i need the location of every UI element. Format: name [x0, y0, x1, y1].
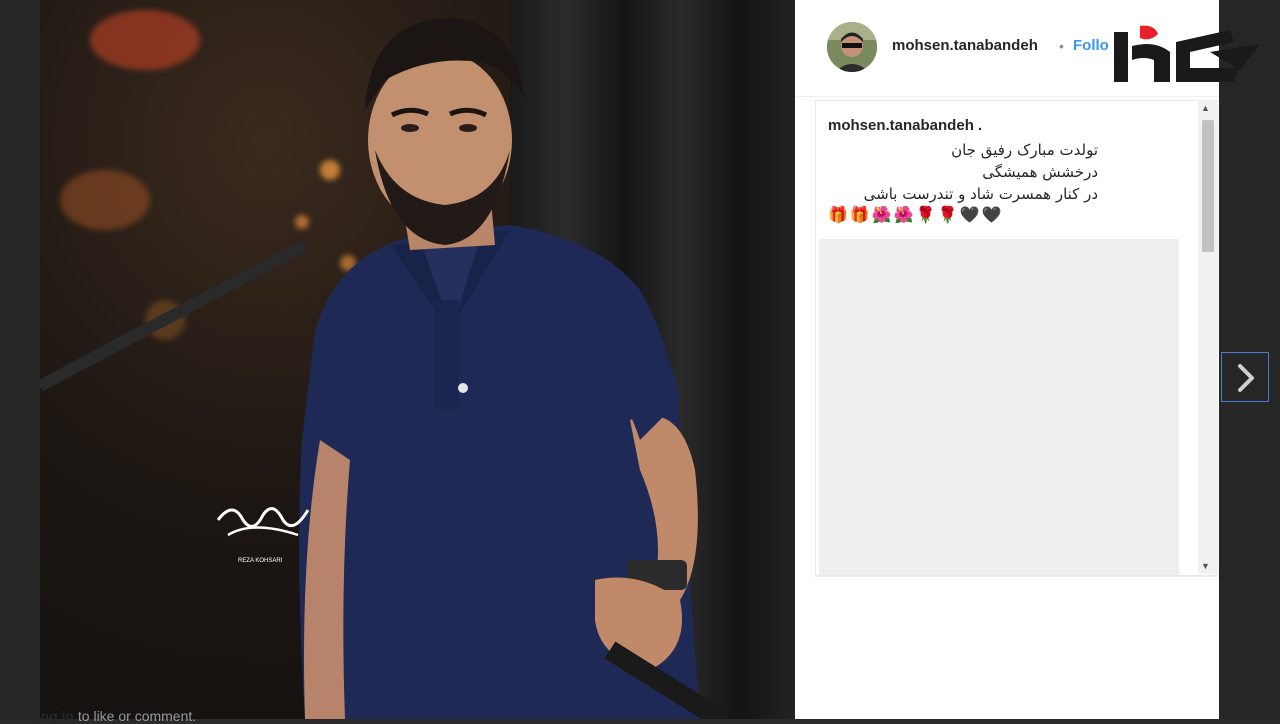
triangle-up-icon[interactable]: ▲ [1201, 103, 1210, 113]
flower-emoji: 🌺 [893, 207, 914, 224]
next-post-button[interactable] [1221, 352, 1269, 402]
gift-emoji: 🎁 [849, 207, 870, 224]
separator-dot: • [1059, 38, 1064, 54]
login-rest: to like or comment. [74, 708, 197, 724]
username[interactable]: mohsen.tanabandeh [892, 37, 1038, 54]
comments-scrollbar[interactable]: ▲ ▼ [1198, 100, 1218, 574]
login-prompt: Log in to like or comment. [32, 708, 196, 724]
login-link[interactable]: Log in [32, 708, 74, 724]
photographer-signature: REZA KOHSARI [216, 507, 310, 564]
rose-emoji: 🌹 [937, 207, 958, 224]
follow-button[interactable]: Follo [1073, 37, 1109, 54]
actions-area [815, 576, 1219, 687]
black-heart-emoji: 🖤 [981, 207, 1002, 224]
person-figure [299, 18, 726, 719]
post-photo: REZA KOHSARI [40, 0, 795, 719]
comments-area[interactable]: mohsen.tanabandeh . تولدت مبارک رفیق جان… [815, 100, 1219, 576]
triangle-down-icon[interactable]: ▼ [1201, 561, 1210, 571]
site-logo [1114, 25, 1260, 82]
embedded-content-placeholder [819, 239, 1179, 575]
caption-text: تولدت مبارک رفیق جان درخشش همیشگی در کنا… [828, 139, 1098, 205]
flower-emoji: 🌺 [871, 207, 892, 224]
backdrop-left [0, 0, 40, 719]
signature-caption: REZA KOHSARI [238, 558, 283, 564]
caption-username[interactable]: mohsen.tanabandeh . [828, 117, 982, 134]
caption-line: درخشش همیشگی [982, 163, 1098, 181]
chevron-right-icon [1238, 364, 1254, 392]
avatar[interactable] [827, 22, 877, 72]
avatar-image [827, 22, 877, 72]
caption-line: در کنار همسرت شاد و تندرست باشی [863, 185, 1098, 203]
gift-emoji: 🎁 [828, 207, 848, 224]
rose-emoji: 🌹 [915, 207, 936, 224]
black-heart-emoji: 🖤 [959, 207, 980, 224]
emoji-row: 🎁 🎁 🌺 🌺 🌹 🌹 🖤 🖤 [828, 205, 1003, 225]
scroll-thumb[interactable] [1202, 120, 1214, 252]
post-side-panel: mohsen.tanabandeh • Follo mohsen.tanaban… [795, 0, 1219, 719]
caption-line: تولدت مبارک رفیق جان [951, 141, 1098, 159]
